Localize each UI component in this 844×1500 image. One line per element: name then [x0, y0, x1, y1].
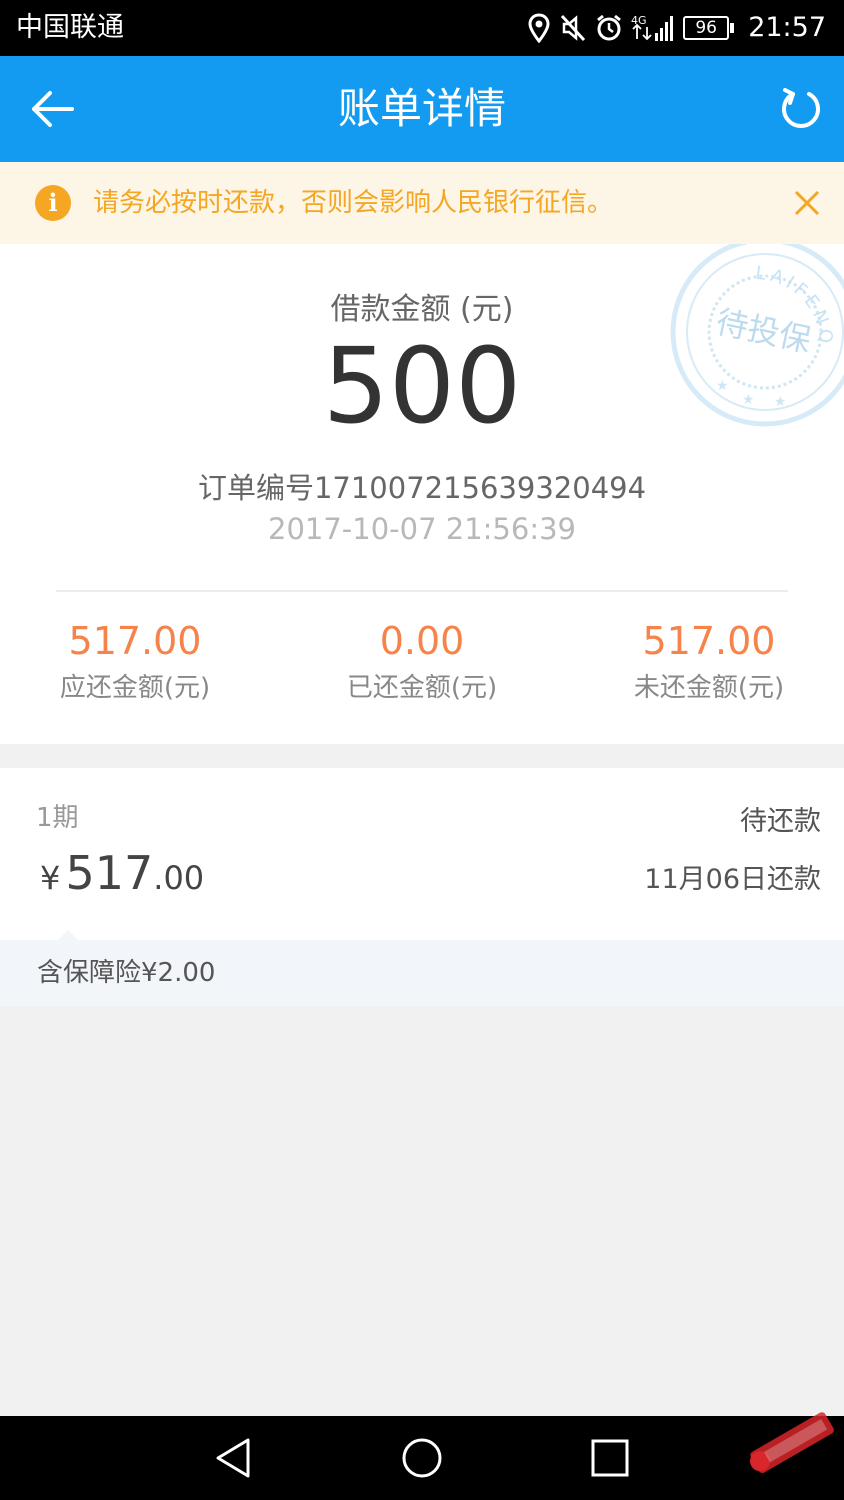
installment-card[interactable]: 1期 ¥ 517.00 待还款 11月06日还款 [0, 768, 844, 940]
stat-unpaid: 517.00 未还金额(元) [564, 616, 844, 708]
insurance-note: 含保障险¥2.00 [0, 930, 844, 1006]
stat-label: 已还金额(元) [346, 673, 498, 703]
loan-summary: LAIFENQI 待投保 ★ ★ ★ 借款金额 (元) 500 订单编号1710… [0, 244, 844, 744]
nav-home-button[interactable] [400, 1436, 444, 1480]
nav-back-button[interactable] [212, 1436, 256, 1480]
square-recents-icon [591, 1439, 629, 1477]
stat-label: 应还金额(元) [59, 673, 211, 703]
refresh-icon [782, 88, 820, 128]
circle-home-icon [402, 1438, 442, 1478]
installment-period: 1期 [36, 803, 79, 833]
currency-symbol: ¥ [40, 859, 61, 897]
location-icon [528, 13, 550, 43]
battery-icon: 96 [683, 16, 735, 40]
notice-banner: i 请务必按时还款，否则会影响人民银行征信。 [0, 162, 844, 244]
refresh-button[interactable] [778, 86, 824, 132]
stat-due: 517.00 应还金额(元) [0, 616, 280, 708]
amount-integer: 517 [65, 846, 154, 900]
loan-amount-label: 借款金额 (元) [330, 292, 514, 327]
notice-text: 请务必按时还款，否则会影响人民银行征信。 [93, 188, 614, 218]
status-icons: 4G 96 21:57 [527, 10, 826, 46]
status-bar: 中国联通 4G 96 21:57 [0, 0, 844, 56]
status-time: 21:57 [748, 12, 826, 43]
system-nav-bar [0, 1416, 844, 1500]
insurance-text: 含保障险¥2.00 [37, 958, 216, 988]
stat-value: 517.00 [68, 619, 202, 663]
network-type-label: 4G [631, 14, 647, 27]
nav-recents-button[interactable] [588, 1436, 632, 1480]
stat-value: 517.00 [642, 619, 776, 663]
amount-decimal: .00 [153, 859, 205, 897]
notice-close-button[interactable] [792, 188, 822, 218]
divider [56, 590, 788, 592]
stat-label: 未还金额(元) [633, 673, 785, 703]
app-bar: 账单详情 [0, 56, 844, 162]
installment-due-date: 11月06日还款 [644, 864, 821, 895]
info-icon: i [35, 185, 71, 221]
triangle-back-icon [216, 1438, 250, 1478]
watermark-logo-icon [750, 1412, 834, 1474]
alarm-icon [597, 14, 622, 41]
installment-status: 待还款 [740, 806, 821, 837]
order-number: 订单编号171007215639320494 [197, 471, 647, 505]
close-icon [794, 190, 820, 216]
loan-amount: 500 [322, 325, 522, 447]
stat-value: 0.00 [379, 619, 465, 663]
battery-level: 96 [683, 16, 730, 40]
mute-icon [561, 14, 586, 42]
signal-icon: 4G [631, 14, 674, 41]
carrier-name: 中国联通 [16, 12, 124, 43]
order-time: 2017-10-07 21:56:39 [268, 512, 576, 546]
page-title: 账单详情 [337, 84, 506, 133]
pointer-arrow [58, 930, 78, 940]
stat-paid: 0.00 已还金额(元) [277, 616, 567, 708]
installment-amount: ¥ 517.00 [40, 846, 204, 900]
